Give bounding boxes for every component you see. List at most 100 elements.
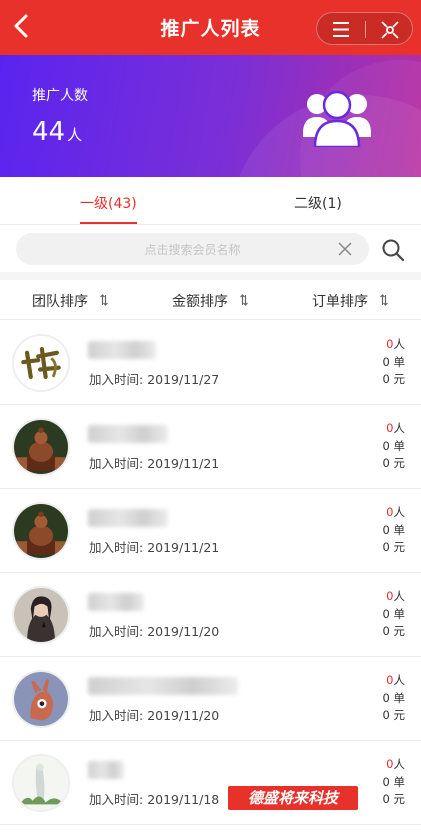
- list-item[interactable]: 加入时间: 2019/11/27 0人 0 单 0 元: [0, 321, 421, 405]
- blurred-member-name: [88, 677, 238, 695]
- list-item[interactable]: 加入时间: 2019/11/21 0人 0 单 0 元: [0, 405, 421, 489]
- join-time: 加入时间: 2019/11/20: [89, 705, 219, 724]
- people-unit: 人: [393, 589, 406, 603]
- order-count: 0 单: [382, 354, 405, 369]
- avatar: [12, 586, 70, 644]
- join-time: 加入时间: 2019/11/27: [89, 369, 219, 388]
- sort-arrows-icon: [100, 294, 108, 306]
- promoter-count-value: 44: [32, 117, 66, 147]
- join-date: 2019/11/20: [147, 624, 220, 639]
- sort-by-team-label: 团队排序: [32, 294, 88, 310]
- search-row: 点击搜索会员名称: [0, 226, 421, 272]
- join-time-label: 加入时间:: [89, 624, 148, 639]
- promoter-count-label: 推广人数: [32, 88, 88, 104]
- member-list: 加入时间: 2019/11/27 0人 0 单 0 元 加入时间: 2019/1…: [0, 321, 421, 825]
- order-count: 0 单: [382, 690, 405, 705]
- calligraphy-logo-icon: [14, 336, 68, 390]
- member-stats: 0人 0 单 0 元: [383, 672, 405, 725]
- join-date: 2019/11/27: [147, 372, 220, 387]
- amount: 0 元: [382, 792, 405, 806]
- promoter-count: 44 人: [32, 117, 82, 147]
- close-icon[interactable]: [380, 20, 400, 40]
- order-count: 0 单: [382, 522, 405, 537]
- avatar: [12, 502, 70, 560]
- buddha-statue-icon: [14, 420, 68, 474]
- promoter-summary-banner: 推广人数 44 人: [0, 55, 421, 177]
- sort-arrows-icon: [240, 294, 248, 306]
- blurred-member-name: [88, 425, 168, 443]
- member-stats: 0人 0 单 0 元: [383, 756, 405, 809]
- tab-level-two[interactable]: 二级(1): [294, 193, 342, 213]
- amount: 0 元: [382, 372, 405, 386]
- member-stats: 0人 0 单 0 元: [383, 588, 405, 641]
- sort-bar: 团队排序 金额排序 订单排序: [0, 280, 421, 320]
- people-unit: 人: [393, 757, 406, 771]
- sort-by-team-button[interactable]: 团队排序: [32, 291, 108, 311]
- capsule-divider: [365, 21, 366, 38]
- people-unit: 人: [393, 505, 406, 519]
- amount: 0 元: [382, 708, 405, 722]
- list-item[interactable]: 加入时间: 2019/11/20 0人 0 单 0 元: [0, 657, 421, 741]
- list-item[interactable]: 加入时间: 2019/11/21 0人 0 单 0 元: [0, 489, 421, 573]
- section-divider: [0, 272, 421, 280]
- level-tabs: 一级(43) 二级(1): [0, 177, 421, 225]
- avatar: [12, 670, 70, 728]
- amount: 0 元: [382, 624, 405, 638]
- top-bar: 推广人列表: [0, 0, 421, 55]
- people-unit: 人: [393, 337, 406, 351]
- search-icon[interactable]: [381, 238, 405, 262]
- sort-by-orders-label: 订单排序: [312, 294, 368, 310]
- avatar: [12, 754, 70, 812]
- amount: 0 元: [382, 540, 405, 554]
- order-count: 0 单: [382, 774, 405, 789]
- join-time-label: 加入时间:: [89, 372, 148, 387]
- blurred-member-name: [88, 341, 156, 359]
- order-count: 0 单: [382, 438, 405, 453]
- join-time: 加入时间: 2019/11/18: [89, 789, 219, 808]
- menu-icon[interactable]: [331, 21, 351, 38]
- blurred-member-name: [88, 761, 124, 779]
- search-input[interactable]: 点击搜索会员名称: [16, 233, 369, 265]
- people-count: 0: [386, 673, 394, 687]
- amount: 0 元: [382, 456, 405, 470]
- watermark: 德盛将来科技: [228, 786, 358, 810]
- join-time-label: 加入时间:: [89, 456, 148, 471]
- blurred-member-name: [88, 593, 144, 611]
- blurred-member-name: [88, 509, 168, 527]
- sort-by-orders-button[interactable]: 订单排序: [312, 291, 388, 311]
- people-count: 0: [386, 337, 394, 351]
- sort-arrows-icon: [380, 294, 388, 306]
- clear-icon[interactable]: [338, 242, 352, 256]
- sort-by-amount-button[interactable]: 金额排序: [172, 291, 248, 311]
- join-date: 2019/11/20: [147, 708, 220, 723]
- join-time: 加入时间: 2019/11/20: [89, 621, 219, 640]
- join-time: 加入时间: 2019/11/21: [89, 453, 219, 472]
- girl-photo-icon: [14, 588, 68, 642]
- order-count: 0 单: [382, 606, 405, 621]
- avatar: [12, 418, 70, 476]
- cartoon-bird-icon: [14, 672, 68, 726]
- people-unit: 人: [393, 421, 406, 435]
- promoter-count-unit: 人: [67, 126, 83, 144]
- buddha-statue-icon: [14, 504, 68, 558]
- people-unit: 人: [393, 673, 406, 687]
- member-stats: 0人 0 单 0 元: [383, 504, 405, 557]
- avatar: [12, 334, 70, 392]
- join-date: 2019/11/21: [147, 456, 220, 471]
- join-time-label: 加入时间:: [89, 540, 148, 555]
- mini-program-capsule: [316, 12, 413, 45]
- tab-level-one[interactable]: 一级(43): [80, 193, 137, 213]
- active-tab-indicator: [80, 222, 137, 224]
- people-count: 0: [386, 589, 394, 603]
- join-time: 加入时间: 2019/11/21: [89, 537, 219, 556]
- join-time-label: 加入时间:: [89, 708, 148, 723]
- member-stats: 0人 0 单 0 元: [383, 336, 405, 389]
- people-count: 0: [386, 421, 394, 435]
- list-item[interactable]: 加入时间: 2019/11/20 0人 0 单 0 元: [0, 573, 421, 657]
- join-date: 2019/11/21: [147, 540, 220, 555]
- member-stats: 0人 0 单 0 元: [383, 420, 405, 473]
- search-placeholder: 点击搜索会员名称: [144, 243, 241, 257]
- people-count: 0: [386, 757, 394, 771]
- landscape-painting-icon: [14, 756, 68, 810]
- list-item[interactable]: 加入时间: 2019/11/18 0人 0 单 0 元: [0, 741, 421, 825]
